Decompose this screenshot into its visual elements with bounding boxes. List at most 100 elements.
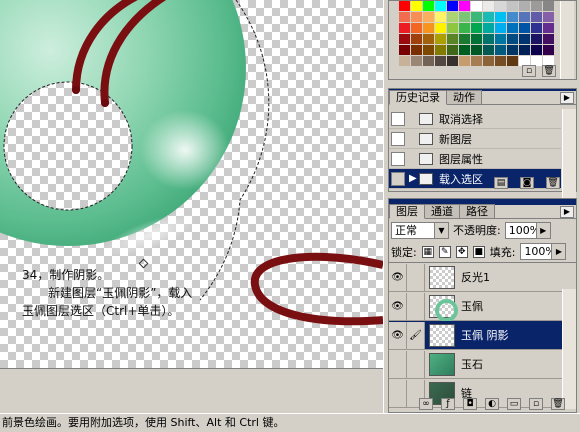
color-swatch[interactable]: [531, 1, 543, 12]
brush-icon[interactable]: [407, 263, 425, 291]
eye-icon[interactable]: 👁: [389, 263, 407, 291]
color-swatch[interactable]: [543, 1, 555, 12]
color-swatch[interactable]: [399, 1, 411, 12]
color-swatch[interactable]: [495, 23, 507, 34]
snapshot-icon[interactable]: ◙: [520, 177, 534, 189]
color-swatch[interactable]: [459, 23, 471, 34]
swatches-scrollbar[interactable]: [560, 1, 574, 79]
color-swatch[interactable]: [483, 12, 495, 23]
color-swatch[interactable]: [435, 34, 447, 45]
color-swatch[interactable]: [531, 23, 543, 34]
color-swatch[interactable]: [459, 34, 471, 45]
eye-icon[interactable]: [389, 350, 407, 378]
color-swatch[interactable]: [507, 1, 519, 12]
color-swatch[interactable]: [519, 1, 531, 12]
link-icon[interactable]: ∞: [419, 398, 433, 410]
color-swatch[interactable]: [471, 56, 483, 67]
document-canvas[interactable]: 34，制作阴影。 新建图层“玉佩阴影”，载入 玉佩图层选区（Ctrl+单击）。: [0, 0, 383, 413]
tab-channels[interactable]: 通道: [424, 204, 460, 218]
mask-icon[interactable]: ◘: [463, 398, 477, 410]
color-swatch[interactable]: [531, 12, 543, 23]
color-swatch[interactable]: [531, 34, 543, 45]
history-item[interactable]: 图层属性: [389, 149, 561, 169]
layers-scrollbar[interactable]: [562, 289, 576, 409]
color-swatch[interactable]: [411, 56, 423, 67]
history-item[interactable]: 取消选择: [389, 109, 561, 129]
color-swatch[interactable]: [459, 56, 471, 67]
color-swatch[interactable]: [399, 56, 411, 67]
color-swatch[interactable]: [423, 45, 435, 56]
color-swatch[interactable]: [447, 56, 459, 67]
color-swatch[interactable]: [507, 56, 519, 67]
color-swatch[interactable]: [423, 56, 435, 67]
color-swatch[interactable]: [411, 45, 423, 56]
color-swatch[interactable]: [507, 12, 519, 23]
color-swatch[interactable]: [495, 1, 507, 12]
color-swatch[interactable]: [483, 1, 495, 12]
color-swatch[interactable]: [519, 23, 531, 34]
color-swatch[interactable]: [495, 34, 507, 45]
color-swatch[interactable]: [447, 45, 459, 56]
color-swatch[interactable]: [471, 45, 483, 56]
history-source-checkbox[interactable]: [391, 111, 405, 126]
tab-paths[interactable]: 路径: [459, 204, 495, 218]
new-document-icon[interactable]: ▤: [494, 177, 508, 189]
color-swatch[interactable]: [459, 12, 471, 23]
opacity-field[interactable]: 100% ▶: [504, 221, 551, 239]
color-swatch[interactable]: [519, 45, 531, 56]
color-swatch[interactable]: [471, 12, 483, 23]
color-swatch[interactable]: [507, 34, 519, 45]
new-swatch-icon[interactable]: ▫: [522, 65, 536, 77]
color-swatch[interactable]: [423, 23, 435, 34]
brush-icon[interactable]: 🖌: [407, 321, 425, 349]
color-swatch[interactable]: [423, 34, 435, 45]
color-swatch[interactable]: [399, 23, 411, 34]
color-swatch[interactable]: [531, 45, 543, 56]
color-swatch[interactable]: [495, 12, 507, 23]
color-swatch[interactable]: [435, 23, 447, 34]
layer-row[interactable]: 👁 🖌 玉佩 阴影: [389, 321, 576, 350]
swatch-grid[interactable]: [399, 1, 555, 67]
color-swatch[interactable]: [447, 12, 459, 23]
color-swatch[interactable]: [471, 23, 483, 34]
color-swatch[interactable]: [471, 1, 483, 12]
layer-row[interactable]: 👁 反光1: [389, 263, 576, 292]
panel-menu-icon[interactable]: ▶: [560, 92, 574, 104]
color-swatch[interactable]: [543, 45, 555, 56]
brush-icon[interactable]: [407, 292, 425, 320]
color-swatch[interactable]: [435, 45, 447, 56]
color-swatch[interactable]: [435, 1, 447, 12]
history-source-checkbox[interactable]: [391, 171, 405, 186]
adjustment-icon[interactable]: ◐: [485, 398, 499, 410]
new-layer-icon[interactable]: ▫: [529, 398, 543, 410]
history-item[interactable]: 新图层: [389, 129, 561, 149]
color-swatch[interactable]: [483, 56, 495, 67]
color-swatch[interactable]: [483, 45, 495, 56]
color-swatch[interactable]: [435, 56, 447, 67]
fill-field[interactable]: 100% ▶: [520, 243, 567, 260]
color-swatch[interactable]: [399, 45, 411, 56]
color-swatch[interactable]: [507, 23, 519, 34]
color-swatch[interactable]: [483, 23, 495, 34]
color-swatch[interactable]: [411, 34, 423, 45]
lock-transparency-icon[interactable]: ▦: [421, 245, 434, 258]
color-swatch[interactable]: [543, 34, 555, 45]
color-swatch[interactable]: [423, 1, 435, 12]
color-swatch[interactable]: [483, 34, 495, 45]
color-swatch[interactable]: [399, 12, 411, 23]
color-swatch[interactable]: [399, 34, 411, 45]
color-swatch[interactable]: [423, 12, 435, 23]
color-swatch[interactable]: [543, 12, 555, 23]
eye-icon[interactable]: 👁: [389, 292, 407, 320]
layer-row[interactable]: 玉石: [389, 350, 576, 379]
color-swatch[interactable]: [411, 12, 423, 23]
layer-row[interactable]: 👁 玉佩: [389, 292, 576, 322]
color-swatch[interactable]: [519, 34, 531, 45]
lock-move-icon[interactable]: ✥: [455, 245, 468, 258]
eye-icon[interactable]: [389, 379, 407, 407]
color-swatch[interactable]: [495, 45, 507, 56]
color-swatch[interactable]: [507, 45, 519, 56]
color-swatch[interactable]: [459, 1, 471, 12]
blend-mode-select[interactable]: 正常 ▼: [391, 221, 449, 239]
panel-menu-icon[interactable]: ▶: [560, 206, 574, 218]
